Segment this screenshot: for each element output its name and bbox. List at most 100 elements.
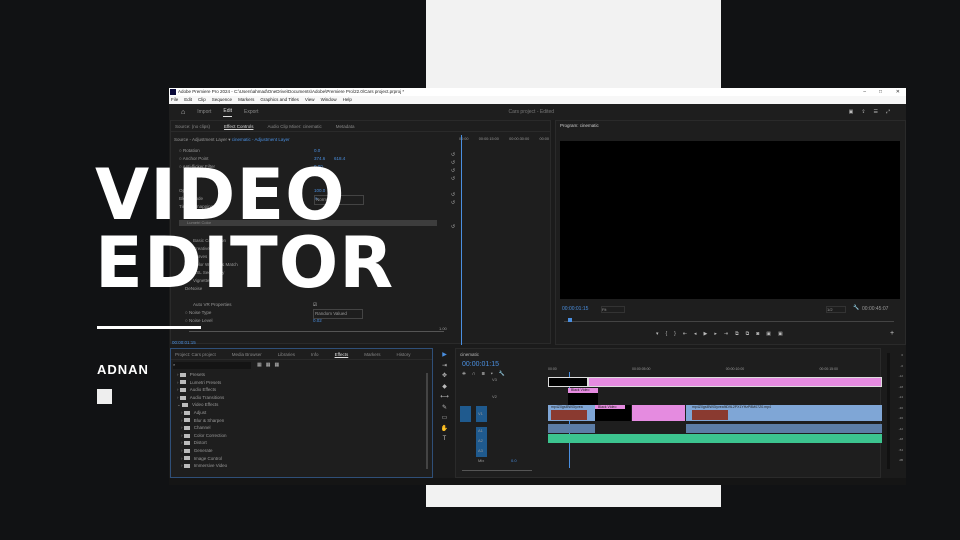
tab-info[interactable]: Info <box>311 352 319 357</box>
program-title: Program: cinematic <box>560 123 599 128</box>
menu-window[interactable]: Window <box>321 96 337 104</box>
tree-item[interactable]: › Audio Transitions <box>177 394 227 402</box>
project-tabs: Project: Cars project Media Browser Librar… <box>171 349 432 360</box>
menu-bar: File Edit Clip Sequence Markers Graphics and … <box>169 96 906 104</box>
track-mix: Mix <box>478 458 485 463</box>
tree-item[interactable]: › Channel <box>177 424 227 432</box>
tree-item[interactable]: › Lumetri Presets <box>177 379 227 387</box>
tree-item[interactable]: ⌄ Video Effects <box>177 401 227 409</box>
tree-item[interactable]: › Audio Effects <box>177 386 227 394</box>
premiere-logo-icon <box>170 89 176 95</box>
program-playhead[interactable] <box>568 318 572 322</box>
timeline-timecode[interactable]: 00:00:01:15 <box>462 361 499 368</box>
audio-meters: 0 -6 -12 -18 -24 -30 -36 -42 -48 -54 dB <box>883 350 905 476</box>
ec-timecode: 00:00:01:15 <box>172 340 196 345</box>
tab-history[interactable]: History <box>397 352 411 357</box>
clip-video-1[interactable]: mp4Z0gsI5WGlyvea <box>548 405 595 421</box>
transport-controls[interactable]: ▾{}⇤◂▶▸⇥⧉⧉◙▣▣ <box>656 331 790 337</box>
tab-metadata[interactable]: Metadata <box>336 124 355 129</box>
sequence-tab[interactable]: cinematic <box>460 352 479 357</box>
filter-icons[interactable]: ▦▦▦ <box>257 362 283 368</box>
tab-libraries[interactable]: Libraries <box>278 352 295 357</box>
project-status: Cars project - Edited <box>508 109 555 115</box>
prop-noise-type: ○ Noise Type Random Valued <box>185 309 363 319</box>
menu-markers[interactable]: Markers <box>238 96 254 104</box>
tab-export[interactable]: Export <box>244 109 258 115</box>
audio-clip-a1[interactable] <box>548 424 595 433</box>
tab-media-browser[interactable]: Media Browser <box>232 352 262 357</box>
clip-adjustment-layer[interactable] <box>588 377 882 387</box>
mix-value[interactable]: 0.0 <box>511 458 517 463</box>
clip-black-video-v2-body <box>568 393 598 405</box>
tree-item[interactable]: › Distort <box>177 439 227 447</box>
timeline-tools[interactable]: ⎈∩⊞▾🔧 <box>462 371 511 377</box>
effects-panel: Project: Cars project Media Browser Librar… <box>170 348 433 478</box>
home-icon[interactable]: ⌂ <box>181 109 185 116</box>
menu-graphics[interactable]: Graphics and Titles <box>260 96 299 104</box>
author-name: ADNAN <box>97 362 149 377</box>
clip-adjustment-v1[interactable] <box>632 405 685 421</box>
minimize-icon[interactable]: – <box>863 88 866 96</box>
tab-effect-controls[interactable]: Effect Controls <box>224 124 253 129</box>
tab-import[interactable]: Import <box>197 109 211 115</box>
tree-item[interactable]: › Immersive Video <box>177 462 227 470</box>
tab-markers[interactable]: Markers <box>364 352 380 357</box>
noise-level-slider[interactable] <box>189 331 444 332</box>
track-v3[interactable]: V3 <box>492 377 497 382</box>
ec-playhead[interactable] <box>461 135 462 345</box>
source-tabs: Source: (no clips) Effect Controls Audio… <box>171 121 550 132</box>
status-bar <box>169 478 906 485</box>
timeline-ruler[interactable]: 00:00 00:00:05:00 00:00:10:00 00:00:15:00 <box>548 367 878 371</box>
clip-video-2[interactable]: mp4Z0gsI5WGlyvea9iD9L2PX1YHzP8M07Z0.mp4 <box>686 405 882 421</box>
title-bar: Adobe Premiere Pro 2024 - C:\Users\ahmad… <box>169 88 906 96</box>
resolution-dropdown[interactable]: 1/2 <box>826 306 846 313</box>
program-video-frame[interactable] <box>560 141 900 299</box>
tab-audio-clip-mixer[interactable]: Audio Clip Mixer: cinematic <box>267 124 321 129</box>
track-a2[interactable]: A2 <box>478 438 483 443</box>
wrench-icon[interactable]: 🔧 <box>853 305 859 311</box>
timeline-zoom-scrollbar[interactable] <box>462 470 532 471</box>
close-icon[interactable]: ✕ <box>896 88 900 96</box>
tree-item[interactable]: › Presets <box>177 371 227 379</box>
track-a3[interactable]: A3 <box>478 448 483 453</box>
menu-view[interactable]: View <box>305 96 315 104</box>
header-icons[interactable]: ▣⇪☰⤢ <box>849 109 898 115</box>
menu-clip[interactable]: Clip <box>198 96 206 104</box>
menu-file[interactable]: File <box>171 96 178 104</box>
program-scrubber[interactable] <box>564 321 894 322</box>
audio-clip-a1b[interactable] <box>686 424 882 433</box>
clip-selector[interactable]: cinematic - Adjustment Layer <box>232 137 290 142</box>
tab-edit[interactable]: Edit <box>223 108 233 117</box>
effects-search-input[interactable]: ⌕ <box>173 362 251 369</box>
menu-sequence[interactable]: Sequence <box>212 96 232 104</box>
menu-help[interactable]: Help <box>343 96 352 104</box>
tree-item[interactable]: › Image Control <box>177 455 227 463</box>
effects-scrollbar[interactable] <box>426 373 428 469</box>
tree-item[interactable]: › Adjust <box>177 409 227 417</box>
prop-noise-level: ○ Noise Level 0.02 <box>185 318 322 323</box>
clip-black-v3[interactable] <box>548 377 588 387</box>
tree-item[interactable]: › Generate <box>177 447 227 455</box>
workspace-header: ⌂ Import Edit Export Cars project - Edit… <box>169 104 906 120</box>
tab-source[interactable]: Source: (no clips) <box>175 124 210 129</box>
tools-panel[interactable]: ▶ ⇥ ✥ ◆ ⟷ ✎ ▭ ✋ T <box>437 350 452 445</box>
reset-icons[interactable]: ↺ ↺ ↺ ↺ ↺ ↺ ↺ <box>451 151 457 231</box>
fit-dropdown[interactable]: Fit <box>601 306 625 313</box>
audio-clip-a2[interactable] <box>548 434 882 443</box>
track-a1[interactable]: A1 <box>478 428 483 433</box>
tree-item[interactable]: › Color Correction <box>177 432 227 440</box>
maximize-icon[interactable]: □ <box>879 88 882 96</box>
ec-ruler: 00:00 00:00:15:00 00:00:30:00 00:00 <box>459 137 549 141</box>
window-title: Adobe Premiere Pro 2024 - C:\Users\ahmad… <box>178 89 405 94</box>
track-v1[interactable]: V1 <box>478 411 483 416</box>
menu-edit[interactable]: Edit <box>184 96 192 104</box>
program-duration: 00:00:45:07 <box>862 306 889 312</box>
program-timecode[interactable]: 00:00:01:15 <box>562 306 588 312</box>
add-button[interactable]: + <box>890 330 894 337</box>
track-v2[interactable]: V2 <box>492 394 497 399</box>
tab-project[interactable]: Project: Cars project <box>175 352 216 357</box>
slider-max: 1.00 <box>439 326 447 331</box>
tree-item[interactable]: › Blur & Sharpen <box>177 417 227 425</box>
clip-black-video-v1[interactable]: Black Video <box>595 405 631 421</box>
tab-effects[interactable]: Effects <box>335 352 349 357</box>
